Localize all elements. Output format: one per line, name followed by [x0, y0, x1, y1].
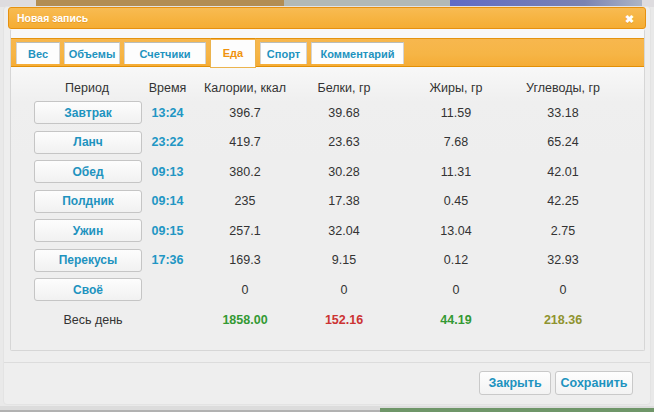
total-label: Весь день: [18, 313, 156, 327]
period-button[interactable]: Ужин: [34, 219, 142, 242]
header-period: Период: [18, 81, 156, 95]
calories-value: 380.2: [179, 165, 311, 179]
total-calories: 1858.00: [179, 313, 311, 327]
calories-value: 235: [179, 194, 311, 208]
protein-value: 17.38: [311, 194, 377, 208]
period-button[interactable]: Ланч: [34, 131, 142, 154]
total-fat: 44.19: [377, 313, 535, 327]
carbs-value: 32.93: [535, 253, 591, 267]
time-value[interactable]: 13:24: [156, 106, 179, 120]
fat-value: 0.45: [377, 194, 535, 208]
time-value[interactable]: 09:14: [156, 194, 179, 208]
table-header-row: Период Время Калории, ккал Белки, гр Жир…: [18, 78, 644, 98]
protein-value: 32.04: [311, 224, 377, 238]
table-row: Полдник 09:14 235 17.38 0.45 42.25: [18, 187, 644, 217]
time-value[interactable]: 17:36: [156, 253, 179, 267]
table-row: Своё 0 0 0 0: [18, 275, 644, 305]
tab-widget: Вес Объемы Счетчики Еда Спорт Комментари…: [10, 29, 645, 351]
table-row: Ужин 09:15 257.1 32.04 13.04 2.75: [18, 216, 644, 246]
period-button[interactable]: Полдник: [34, 190, 142, 213]
period-button[interactable]: Завтрак: [34, 101, 142, 124]
header-protein: Белки, гр: [311, 81, 377, 95]
time-value[interactable]: 09:15: [156, 224, 179, 238]
period-button[interactable]: Обед: [34, 160, 142, 183]
header-time: Время: [156, 81, 179, 95]
table-row: Завтрак 13:24 396.7 39.68 11.59 33.18: [18, 98, 644, 128]
calories-value: 257.1: [179, 224, 311, 238]
calories-value: 396.7: [179, 106, 311, 120]
period-button[interactable]: Своё: [34, 278, 142, 301]
calories-value: 0: [179, 283, 311, 297]
header-fat: Жиры, гр: [377, 81, 535, 95]
bg-strip-green: [380, 408, 654, 412]
table-row: Обед 09:13 380.2 30.28 11.31 42.01: [18, 157, 644, 187]
total-row: Весь день 1858.00 152.16 44.19 218.36: [18, 305, 644, 335]
time-value[interactable]: 09:13: [156, 165, 179, 179]
dialog-titlebar: Новая запись ✖: [8, 7, 646, 29]
tab-ves[interactable]: Вес: [16, 42, 60, 64]
carbs-value: 33.18: [535, 106, 591, 120]
tab-sport[interactable]: Спорт: [260, 42, 307, 64]
fat-value: 7.68: [377, 135, 535, 149]
fat-value: 11.31: [377, 165, 535, 179]
total-protein: 152.16: [311, 313, 377, 327]
period-button[interactable]: Перекусы: [34, 249, 142, 272]
carbs-value: 42.01: [535, 165, 591, 179]
footer-divider: [4, 362, 650, 363]
food-panel: Период Время Калории, ккал Белки, гр Жир…: [11, 67, 644, 350]
calories-value: 169.3: [179, 253, 311, 267]
fat-value: 13.04: [377, 224, 535, 238]
tab-schetchiki[interactable]: Счетчики: [124, 42, 206, 64]
table-row: Ланч 23:22 419.7 23.63 7.68 65.24: [18, 128, 644, 158]
tab-eda[interactable]: Еда: [210, 38, 256, 68]
header-carbs: Углеводы, гр: [535, 81, 591, 95]
tab-obyomy[interactable]: Объемы: [64, 42, 120, 64]
page-background-bottom: [0, 406, 654, 412]
protein-value: 30.28: [311, 165, 377, 179]
total-carbs: 218.36: [535, 313, 591, 327]
calories-value: 419.7: [179, 135, 311, 149]
carbs-value: 65.24: [535, 135, 591, 149]
table-row: Перекусы 17:36 169.3 9.15 0.12 32.93: [18, 246, 644, 276]
fat-value: 0: [377, 283, 535, 297]
carbs-value: 42.25: [535, 194, 591, 208]
close-icon[interactable]: ✖: [621, 11, 638, 27]
tab-bar: Вес Объемы Счетчики Еда Спорт Комментари…: [11, 38, 644, 67]
time-value[interactable]: 23:22: [156, 135, 179, 149]
fat-value: 11.59: [377, 106, 535, 120]
protein-value: 39.68: [311, 106, 377, 120]
fat-value: 0.12: [377, 253, 535, 267]
new-record-dialog: Новая запись ✖ Вес Объемы Счетчики Еда С…: [3, 6, 651, 405]
dialog-title: Новая запись: [17, 12, 88, 24]
carbs-value: 0: [535, 283, 591, 297]
protein-value: 23.63: [311, 135, 377, 149]
save-button[interactable]: Сохранить: [555, 371, 633, 395]
header-calories: Калории, ккал: [179, 81, 311, 95]
protein-value: 9.15: [311, 253, 377, 267]
tab-kommentariy[interactable]: Комментарий: [311, 42, 404, 64]
carbs-value: 2.75: [535, 224, 591, 238]
close-button[interactable]: Закрыть: [479, 371, 551, 395]
protein-value: 0: [311, 283, 377, 297]
